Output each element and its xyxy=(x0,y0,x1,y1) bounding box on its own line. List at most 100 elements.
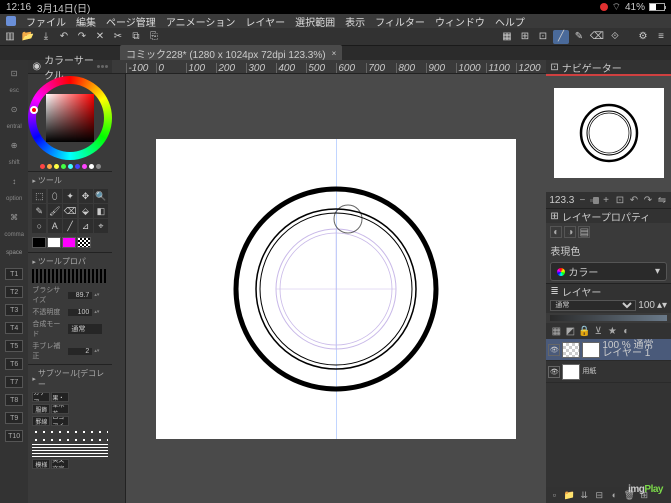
tool-picker-icon[interactable]: ⌖ xyxy=(94,219,108,233)
lock-icon[interactable]: 🔒 xyxy=(578,325,590,337)
merge-icon[interactable]: ⊟ xyxy=(593,489,605,501)
pattern-preview-1[interactable] xyxy=(32,428,108,442)
zoom-out-icon[interactable]: − xyxy=(576,194,588,206)
new-folder-icon[interactable]: 📁 xyxy=(563,489,575,501)
artboard[interactable] xyxy=(156,139,516,439)
fit-icon[interactable]: ⊡ xyxy=(614,194,626,206)
redo-icon[interactable]: ↷ xyxy=(74,30,90,44)
canvas-viewport[interactable] xyxy=(126,74,546,503)
rotate-l-icon[interactable]: ↶ xyxy=(628,194,640,206)
undo-icon[interactable]: ↶ xyxy=(56,30,72,44)
blend-value[interactable]: 通常 xyxy=(68,324,102,334)
layer-opacity-slider[interactable] xyxy=(550,315,667,321)
swatch-transparent[interactable] xyxy=(77,237,91,248)
menu-anim[interactable]: アニメーション xyxy=(166,14,236,29)
rail-icon-3[interactable]: ⊕ xyxy=(5,136,23,154)
tool-text-icon[interactable]: A xyxy=(48,219,62,233)
rotate-r-icon[interactable]: ↷ xyxy=(642,194,654,206)
layer-opacity-stepper[interactable]: ▴▾ xyxy=(657,300,667,311)
layer-opacity-value[interactable]: 100 xyxy=(638,300,655,311)
badge-t4[interactable]: T4 xyxy=(5,322,23,334)
tool-line-icon[interactable]: ╱ xyxy=(63,219,77,233)
stabilize-stepper[interactable]: ▴▾ xyxy=(94,349,99,353)
app-logo-icon[interactable] xyxy=(6,16,16,26)
tool-move-icon[interactable]: ✥ xyxy=(79,189,93,203)
tool-wand-icon[interactable]: ✦ xyxy=(63,189,77,203)
document-tab[interactable]: コミック228* (1280 x 1024px 72dpi 123.3%) × xyxy=(120,45,342,62)
ruler-vertical[interactable] xyxy=(112,74,126,503)
visibility-toggle-2[interactable]: 👁 xyxy=(548,366,560,378)
subtab-4[interactable]: 罫線 xyxy=(32,416,50,426)
tool-brush-icon[interactable]: 🖌 xyxy=(48,204,62,218)
open-icon[interactable]: 📂 xyxy=(20,30,36,44)
badge-t8[interactable]: T8 xyxy=(5,394,23,406)
menu-layer[interactable]: レイヤー xyxy=(245,14,285,29)
zoom-in-icon[interactable]: + xyxy=(600,194,612,206)
pen-icon[interactable]: ✎ xyxy=(571,30,587,44)
badge-t1[interactable]: T1 xyxy=(5,268,23,280)
rail-icon-2[interactable]: ⊙ xyxy=(5,100,23,118)
menu-filter[interactable]: フィルター xyxy=(375,14,425,29)
menu-file[interactable]: ファイル xyxy=(26,14,66,29)
brushsize-value[interactable]: 89.7 xyxy=(68,292,92,299)
pattern-preview-2[interactable] xyxy=(32,443,108,457)
subtab-0[interactable]: カケア xyxy=(32,392,50,402)
color-wheel[interactable] xyxy=(28,76,112,160)
mask-icon[interactable]: ◐ xyxy=(608,489,620,501)
rail-icon-1[interactable]: ⊡ xyxy=(5,64,23,82)
subtab-6[interactable]: 模様 xyxy=(32,459,50,469)
paste-icon[interactable]: ⎘ xyxy=(146,30,162,44)
grid-icon[interactable]: ▦ xyxy=(499,30,515,44)
rail-icon-4[interactable]: ↕ xyxy=(5,172,23,190)
opacity-stepper[interactable]: ▴▾ xyxy=(94,310,99,314)
clip-icon[interactable]: ⊻ xyxy=(592,325,604,337)
close-tab-icon[interactable]: × xyxy=(332,49,337,58)
subtab-5[interactable]: ロゴアイ xyxy=(51,416,69,426)
ref-icon[interactable]: ★ xyxy=(606,325,618,337)
stabilize-value[interactable]: 2 xyxy=(68,348,92,355)
tool-lasso-icon[interactable]: ⬯ xyxy=(48,189,62,203)
layer-row-1[interactable]: 👁 100 % 通常 レイヤー 1 xyxy=(546,339,671,361)
zoom-value[interactable]: 123.3 xyxy=(549,195,574,206)
lock-pixel-icon[interactable]: ◩ xyxy=(564,325,576,337)
brushsize-stepper[interactable]: ▴▾ xyxy=(94,293,99,297)
tool-gradient-icon[interactable]: ◧ xyxy=(94,204,108,218)
tool-zoom-icon[interactable]: 🔍 xyxy=(94,189,108,203)
subtab-3[interactable]: 草木花 xyxy=(51,404,69,414)
tool-shape-icon[interactable]: ○ xyxy=(32,219,46,233)
copy-icon[interactable]: ⧉ xyxy=(128,30,144,44)
guide-icon[interactable]: ╱ xyxy=(553,30,569,44)
eraser-icon[interactable]: ⌫ xyxy=(589,30,605,44)
delete-icon[interactable]: ✕ xyxy=(92,30,108,44)
rail-icon-5[interactable]: ⌘ xyxy=(5,208,23,226)
swatch-magenta[interactable] xyxy=(62,237,76,248)
save-icon[interactable]: ⤓ xyxy=(38,30,54,44)
expr-color-select[interactable]: カラー ▾ xyxy=(550,262,667,281)
flip-icon[interactable]: ⇋ xyxy=(656,194,668,206)
badge-t6[interactable]: T6 xyxy=(5,358,23,370)
tool-ruler-icon[interactable]: ⊿ xyxy=(79,219,93,233)
navigator-preview[interactable] xyxy=(546,74,671,192)
blend-mode-select[interactable]: 通常 xyxy=(550,300,636,311)
draft-icon[interactable]: ◐ xyxy=(620,325,632,337)
new-layer-icon[interactable]: ▫ xyxy=(548,489,560,501)
hue-presets[interactable] xyxy=(28,162,112,171)
menu-icon[interactable]: ≡ xyxy=(653,30,669,44)
tool-select-icon[interactable]: ⬚ xyxy=(32,189,46,203)
subtab-2[interactable]: 服飾 xyxy=(32,404,50,414)
swatch-black[interactable] xyxy=(32,237,46,248)
morph-icon[interactable]: ⟐ xyxy=(607,30,623,44)
badge-t10[interactable]: T10 xyxy=(5,430,23,442)
lock-transparent-icon[interactable]: ▦ xyxy=(550,325,562,337)
tool-fill-icon[interactable]: ⬙ xyxy=(79,204,93,218)
opacity-value[interactable]: 100 xyxy=(68,309,92,316)
menu-select[interactable]: 選択範囲 xyxy=(295,14,335,29)
tool-pen-icon[interactable]: ✎ xyxy=(32,204,46,218)
effect-2-icon[interactable]: ◑ xyxy=(564,226,576,238)
subtab-7[interactable]: 英文文字 xyxy=(51,459,69,469)
effect-3-icon[interactable]: ▤ xyxy=(578,226,590,238)
cut-icon[interactable]: ✂ xyxy=(110,30,126,44)
badge-t5[interactable]: T5 xyxy=(5,340,23,352)
badge-t9[interactable]: T9 xyxy=(5,412,23,424)
menu-page[interactable]: ページ管理 xyxy=(106,14,156,29)
